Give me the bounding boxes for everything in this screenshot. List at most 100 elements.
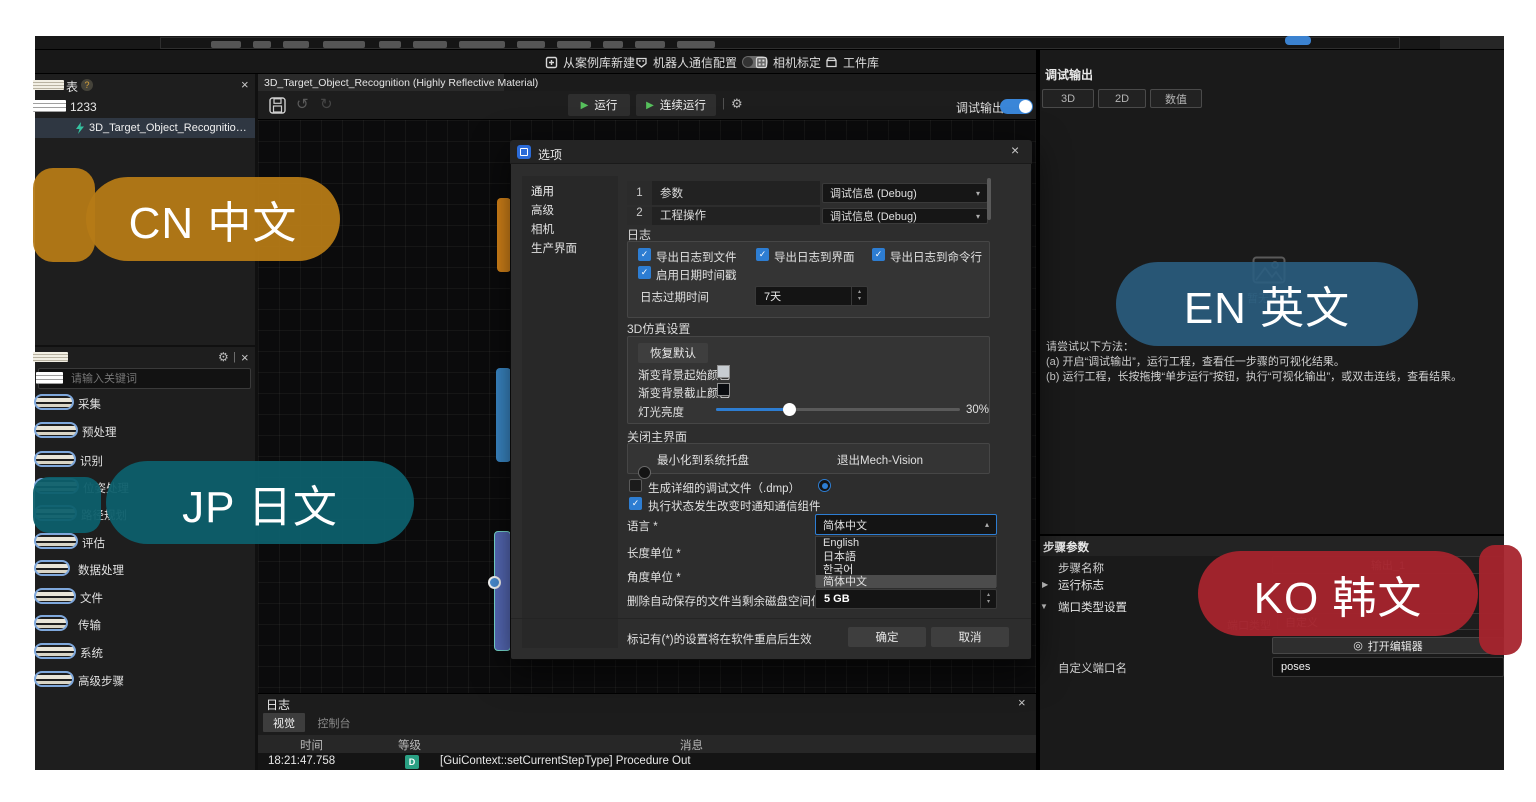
disk-space-spinbox[interactable]: 5 GB ▴▾: [815, 589, 997, 609]
angle-unit-label: 角度单位 *: [627, 569, 681, 585]
run-flags-label[interactable]: 运行标志: [1058, 577, 1104, 593]
dialog-log-section-title: 日志: [627, 226, 651, 243]
robot-comm-button[interactable]: 机器人通信配置: [635, 53, 768, 71]
new-from-case-button[interactable]: 从案例库新建: [545, 53, 635, 71]
run-button[interactable]: ▶ 运行: [568, 94, 630, 116]
step-category-icon: [34, 560, 70, 576]
continuous-run-button[interactable]: ▶ 连续运行: [636, 94, 716, 116]
dialog-tab-general[interactable]: 通用: [531, 183, 554, 199]
checkbox-export-ui[interactable]: ✓: [756, 248, 769, 261]
step-category-icon: [34, 394, 74, 410]
debug-tab-2d[interactable]: 2D: [1098, 89, 1146, 108]
custom-port-input[interactable]: poses: [1272, 657, 1504, 677]
dialog-titlebar[interactable]: [510, 140, 1032, 164]
step-category-icon: [34, 422, 78, 438]
dialog-tab-advanced[interactable]: 高级: [531, 202, 554, 218]
step-search-input[interactable]: [39, 369, 250, 388]
table-row-index: 1: [627, 181, 652, 205]
search-redacted: [36, 372, 63, 384]
spin-down-icon[interactable]: ▾: [987, 599, 990, 606]
light-slider-knob[interactable]: [783, 403, 796, 416]
step-category-recognition[interactable]: 识别: [80, 453, 103, 469]
table-row-index: 2: [627, 207, 652, 225]
checkbox-notify-label: 执行状态发生改变时通知通信组件: [648, 498, 821, 514]
canvas-node-orange[interactable]: [497, 198, 511, 272]
step-category-evaluate[interactable]: 评估: [82, 535, 105, 551]
log-expire-label: 日志过期时间: [640, 289, 709, 305]
redo-icon[interactable]: ↻: [320, 95, 333, 113]
grad-end-swatch[interactable]: [717, 383, 730, 396]
step-search-box[interactable]: [38, 368, 251, 389]
check-icon: ✓: [632, 498, 640, 509]
spin-buttons[interactable]: ▴▾: [980, 590, 996, 608]
run-flags-collapse-icon[interactable]: ▶: [1042, 580, 1048, 589]
log-tab-vision[interactable]: 视觉: [263, 713, 305, 732]
radio-minimize[interactable]: [638, 466, 651, 479]
project-panel-close-icon[interactable]: ×: [241, 78, 249, 91]
project-number[interactable]: 1233: [70, 100, 97, 114]
checkbox-timestamp[interactable]: ✓: [638, 266, 651, 279]
project-item-selected[interactable]: 3D_Target_Object_Recognition (Highly ...: [35, 118, 255, 138]
step-category-system[interactable]: 系统: [80, 645, 103, 661]
debug-tab-3d[interactable]: 3D: [1042, 89, 1094, 108]
dialog-close-icon[interactable]: ×: [1011, 144, 1019, 157]
step-category-acquire[interactable]: 采集: [78, 396, 101, 412]
workpiece-lib-button[interactable]: 工件库: [825, 53, 879, 71]
ok-button[interactable]: 确定: [848, 627, 926, 647]
grad-start-swatch[interactable]: [717, 365, 730, 378]
undo-icon[interactable]: ↺: [296, 95, 309, 113]
language-dropdown: English 日本語 한국어 简体中文: [815, 536, 997, 587]
canvas-node-blue[interactable]: [496, 368, 511, 462]
table-row-combo[interactable]: 调试信息 (Debug) ▾: [822, 183, 988, 203]
step-category-data[interactable]: 数据处理: [78, 562, 124, 578]
save-icon[interactable]: [268, 96, 287, 115]
debug-tab-numeric[interactable]: 数值: [1150, 89, 1202, 108]
menu-blur-item: [253, 41, 271, 48]
node-port-connector[interactable]: [488, 576, 501, 589]
restore-default-button[interactable]: 恢复默认: [638, 343, 708, 363]
dialog-tab-production[interactable]: 生产界面: [531, 240, 577, 256]
help-icon[interactable]: ?: [81, 79, 93, 91]
project-item-label: 3D_Target_Object_Recognition (Highly ...: [89, 122, 249, 134]
dialog-tab-camera[interactable]: 相机: [531, 221, 554, 237]
checkbox-export-file-label: 导出日志到文件: [656, 249, 737, 265]
checkbox-export-cmd[interactable]: ✓: [872, 248, 885, 261]
language-option-chinese[interactable]: 简体中文: [816, 575, 996, 588]
menu-blur-item: [677, 41, 715, 48]
spin-up-icon[interactable]: ▴: [858, 289, 861, 296]
table-row-combo[interactable]: 调试信息 (Debug) ▾: [822, 208, 988, 224]
step-category-preprocess[interactable]: 预处理: [82, 424, 117, 440]
spin-down-icon[interactable]: ▾: [858, 296, 861, 303]
spin-buttons[interactable]: ▴▾: [851, 287, 867, 305]
step-category-transfer[interactable]: 传输: [78, 617, 101, 633]
open-editor-button[interactable]: ◎ 打开编辑器: [1272, 637, 1504, 654]
hint-line-3: (b) 运行工程，长按拖拽“单步运行”按钮，执行“可视化输出”，或双击连线，查看…: [1046, 368, 1462, 384]
editor-tab[interactable]: 3D_Target_Object_Recognition (Highly Ref…: [258, 74, 504, 91]
port-settings-collapse-icon[interactable]: ▼: [1040, 602, 1048, 611]
checkbox-dump[interactable]: [629, 479, 642, 492]
log-panel-close-icon[interactable]: ×: [1018, 696, 1026, 709]
step-library-close-icon[interactable]: ×: [241, 351, 249, 364]
run-settings-gear-icon[interactable]: ⚙: [731, 96, 743, 112]
badge-en: EN 英文: [1116, 262, 1418, 346]
checkbox-notify[interactable]: ✓: [629, 497, 642, 510]
canvas-node-output[interactable]: [494, 531, 511, 651]
port-settings-label[interactable]: 端口类型设置: [1058, 599, 1127, 615]
language-combobox[interactable]: 简体中文 ▴: [815, 514, 997, 535]
dialog-scrollbar[interactable]: [987, 178, 991, 220]
camera-calib-button[interactable]: 相机标定: [755, 53, 821, 71]
step-category-advanced[interactable]: 高级步骤: [78, 673, 124, 689]
radio-exit[interactable]: [818, 479, 831, 492]
step-category-file[interactable]: 文件: [80, 590, 103, 606]
cancel-button[interactable]: 取消: [931, 627, 1009, 647]
debug-output-toggle[interactable]: [1000, 99, 1033, 114]
run-play-icon: ▶: [581, 100, 589, 111]
menu-blue-indicator[interactable]: [1285, 36, 1311, 45]
settings-gear-icon[interactable]: ⚙: [218, 350, 229, 364]
badge-jp-side: [33, 477, 101, 533]
log-expire-spinbox[interactable]: 7天 ▴▾: [755, 286, 868, 306]
menu-blur-item: [603, 41, 623, 48]
spin-up-icon[interactable]: ▴: [987, 592, 990, 599]
checkbox-export-file[interactable]: ✓: [638, 248, 651, 261]
log-tab-console[interactable]: 控制台: [309, 713, 359, 732]
